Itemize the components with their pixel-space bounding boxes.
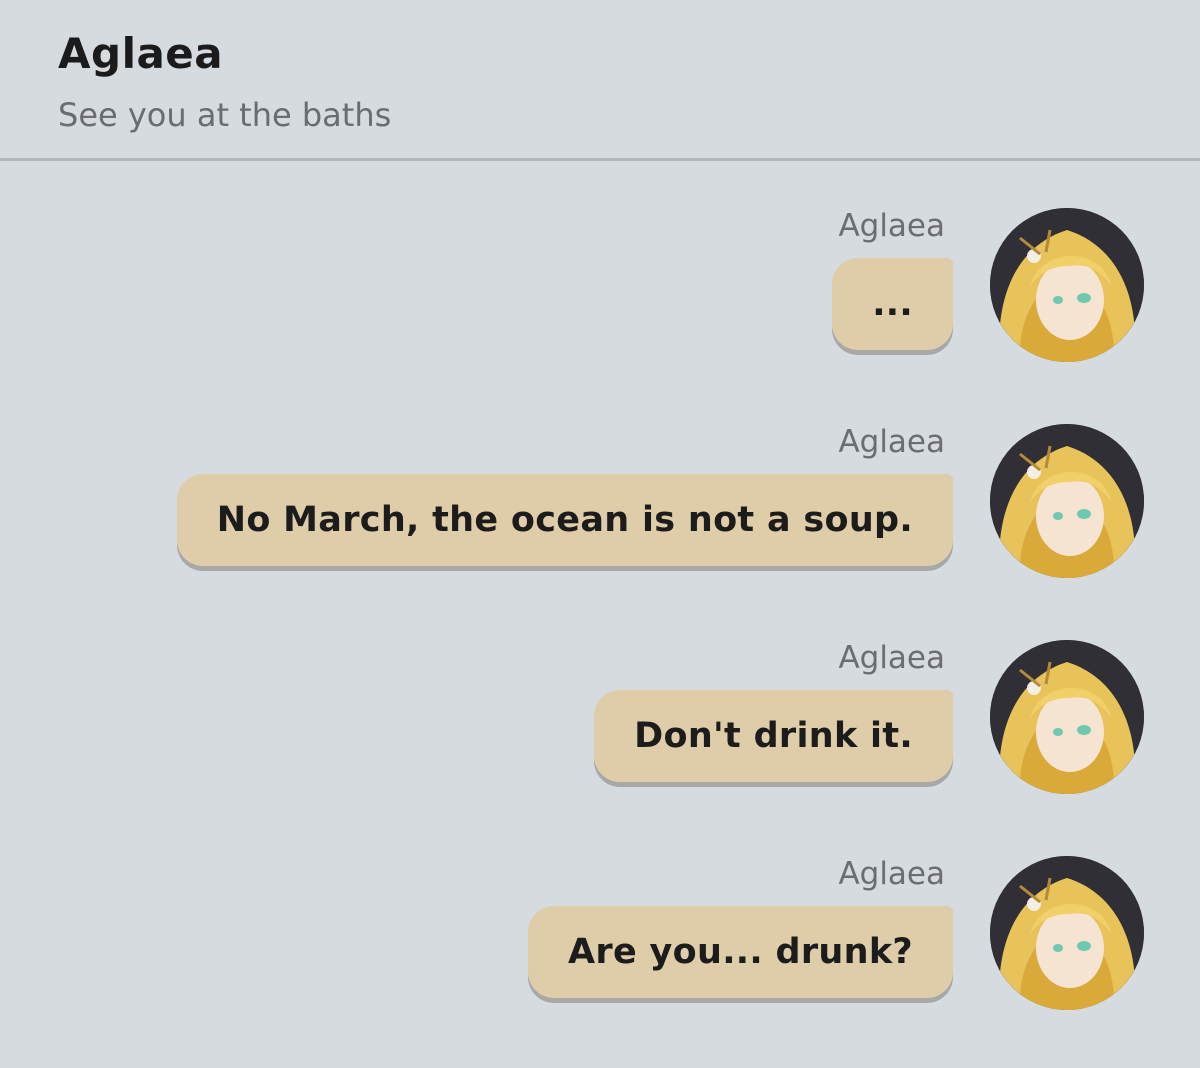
chat-header: Aglaea See you at the baths (0, 0, 1200, 161)
sender-name: Aglaea (838, 208, 945, 244)
message-row: Aglaea ... (0, 204, 1200, 404)
chat-subtitle: See you at the baths (58, 96, 392, 134)
avatar[interactable] (990, 208, 1144, 362)
message-bubble[interactable]: No March, the ocean is not a soup. (176, 474, 953, 566)
message-bubble[interactable]: ... (832, 258, 953, 350)
avatar[interactable] (990, 856, 1144, 1010)
message-row: Aglaea No March, the ocean is not a soup… (0, 420, 1200, 620)
chat-title: Aglaea (58, 29, 224, 78)
sender-name: Aglaea (838, 856, 945, 892)
message-row: Aglaea Don't drink it. (0, 636, 1200, 836)
message-row: Aglaea Are you... drunk? (0, 852, 1200, 1052)
avatar[interactable] (990, 424, 1144, 578)
sender-name: Aglaea (838, 424, 945, 460)
sender-name: Aglaea (838, 640, 945, 676)
avatar[interactable] (990, 640, 1144, 794)
message-bubble[interactable]: Are you... drunk? (528, 906, 953, 998)
message-bubble[interactable]: Don't drink it. (594, 690, 953, 782)
